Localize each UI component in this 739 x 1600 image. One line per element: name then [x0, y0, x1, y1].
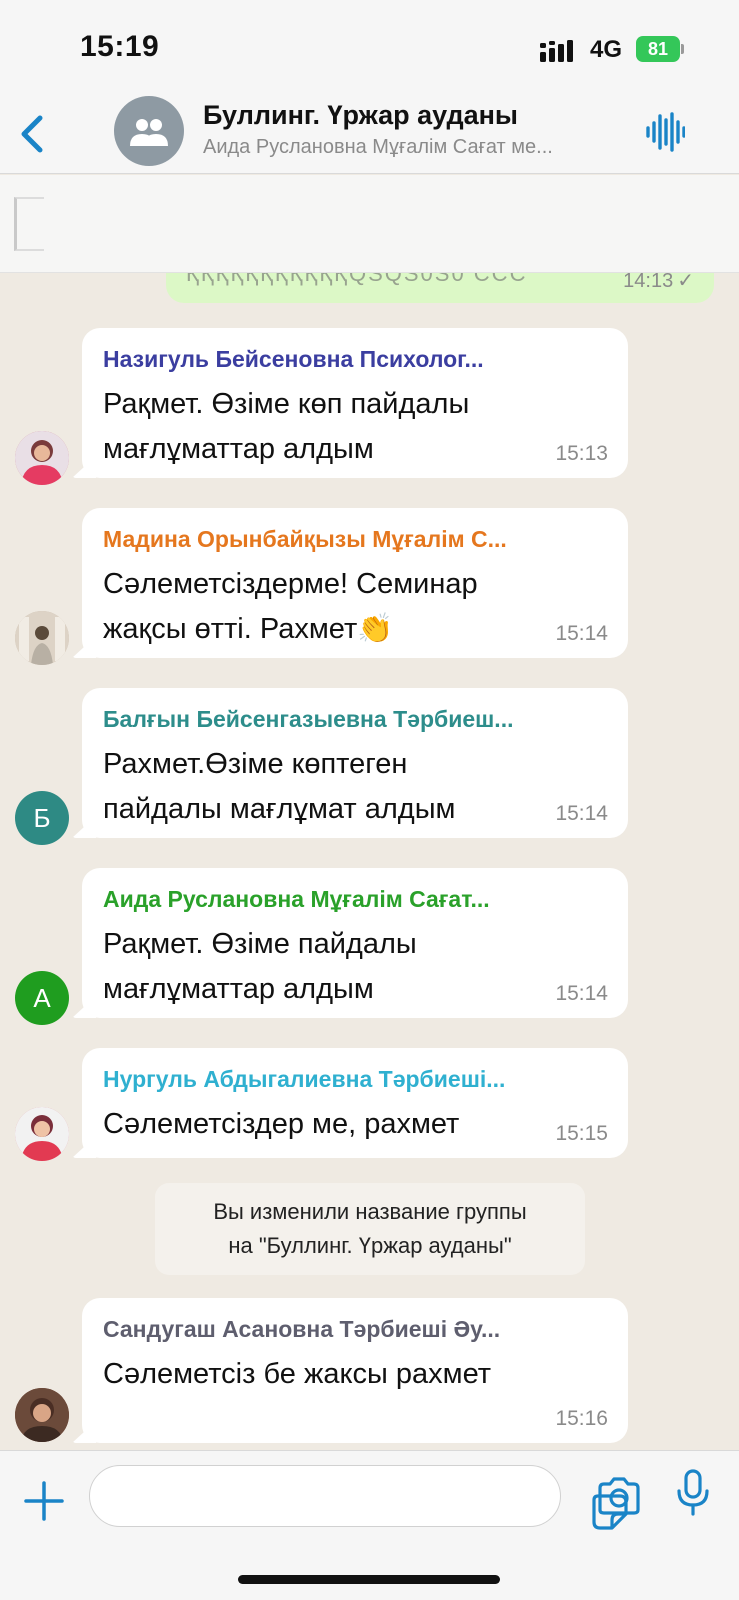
network-type: 4G — [590, 36, 623, 63]
message-bubble[interactable]: Нургуль Абдыгалиевна Тәрбиеші... Сәлемет… — [72, 1048, 628, 1158]
message-time: 15:16 — [555, 1407, 608, 1430]
message-time: 15:13 — [555, 442, 608, 465]
camera-icon[interactable] — [596, 1476, 642, 1516]
message-sender[interactable]: Нургуль Абдыгалиевна Тәрбиеші... — [103, 1066, 603, 1093]
cellular-signal-icon — [540, 40, 573, 62]
system-message-line: на "Буллинг. Үржар ауданы" — [228, 1233, 512, 1258]
message-text: Сәлеметсіздер ме, рахмет — [103, 1108, 460, 1140]
avatar[interactable] — [15, 1388, 69, 1442]
chat-header: Буллинг. Үржар ауданы Аида Руслановна Мұ… — [0, 96, 739, 174]
message-time: 15:14 — [555, 802, 608, 825]
avatar[interactable] — [15, 611, 69, 665]
message-bubble[interactable]: Сандугаш Асановна Тәрбиеші Әу... Сәлемет… — [72, 1298, 628, 1443]
message-bubble[interactable]: Мадина Орынбайқызы Мұғалім С... Сәлеметс… — [72, 508, 628, 658]
message-text: Сәлеметсіздерме! Семинар жақсы өтті. Рах… — [103, 568, 478, 645]
composer-bar — [0, 1450, 739, 1600]
chat-members[interactable]: Аида Руслановна Мұғалім Сағат ме... — [203, 136, 623, 159]
message-text: Рақмет. Өзіме пайдалы мағлұматтар алдым — [103, 928, 417, 1005]
message-time: 15:15 — [555, 1122, 608, 1145]
status-time: 15:19 — [80, 30, 160, 63]
voice-waveform-icon[interactable] — [645, 112, 685, 152]
message-sender[interactable]: Назигуль Бейсеновна Психолог... — [103, 346, 603, 373]
message-time: 15:14 — [555, 982, 608, 1005]
message-text: Сәлеметсіз бе жаксы рахмет — [103, 1358, 492, 1390]
message-text: Рахмет.Өзіме көптеген пайдалы мағлұмат а… — [103, 748, 456, 825]
status-bar: 15:19 4G 81 — [0, 0, 739, 96]
avatar[interactable]: А — [15, 971, 69, 1025]
message-sender[interactable]: Балғын Бейсенгазыевна Тәрбиеш... — [103, 706, 603, 733]
read-check-icon: ✓ — [677, 273, 694, 292]
plus-icon[interactable] — [22, 1479, 66, 1523]
group-icon — [130, 119, 168, 146]
message-time: 14:13 ✓ — [623, 273, 694, 293]
message-bubble[interactable]: Назигуль Бейсеновна Психолог... Рақмет. … — [72, 328, 628, 478]
chat-title[interactable]: Буллинг. Үржар ауданы — [203, 100, 518, 131]
avatar[interactable] — [15, 1107, 69, 1161]
chevron-left-icon[interactable] — [14, 110, 48, 158]
home-indicator[interactable] — [238, 1575, 500, 1584]
group-avatar[interactable] — [114, 96, 184, 166]
outgoing-message-text: ҚҚҚҚҚҚҚҚҚҚҚQЅQЅ0Ѕ0 ССС — [186, 273, 528, 286]
message-input[interactable] — [89, 1465, 628, 1530]
message-time: 15:14 — [555, 622, 608, 645]
microphone-icon[interactable] — [676, 1469, 710, 1517]
system-message-line: Вы изменили название группы — [213, 1199, 527, 1224]
message-text: Рақмет. Өзіме көп пайдалы мағлұматтар ал… — [103, 388, 470, 465]
message-sender[interactable]: Мадина Орынбайқызы Мұғалім С... — [103, 526, 603, 553]
message-sender[interactable]: Аида Руслановна Мұғалім Сағат... — [103, 886, 603, 913]
message-bubble[interactable]: Балғын Бейсенгазыевна Тәрбиеш... Рахмет.… — [72, 688, 628, 838]
pinned-thumbnail — [14, 197, 44, 251]
avatar[interactable]: Б — [15, 791, 69, 845]
battery-level: 81 — [636, 36, 680, 62]
system-message: Вы изменили название группы на "Буллинг.… — [155, 1183, 585, 1275]
message-bubble[interactable]: Аида Руслановна Мұғалім Сағат... Рақмет.… — [72, 868, 628, 1018]
message-sender[interactable]: Сандугаш Асановна Тәрбиеші Әу... — [103, 1316, 603, 1343]
pinned-message-banner[interactable] — [0, 175, 739, 273]
avatar[interactable] — [15, 431, 69, 485]
outgoing-message[interactable]: ҚҚҚҚҚҚҚҚҚҚҚQЅQЅ0Ѕ0 ССС 14:13 ✓ — [166, 273, 714, 303]
message-list[interactable]: ҚҚҚҚҚҚҚҚҚҚҚQЅQЅ0Ѕ0 ССС 14:13 ✓ Назигуль Б… — [0, 273, 739, 1450]
battery-icon: 81 — [636, 36, 684, 62]
